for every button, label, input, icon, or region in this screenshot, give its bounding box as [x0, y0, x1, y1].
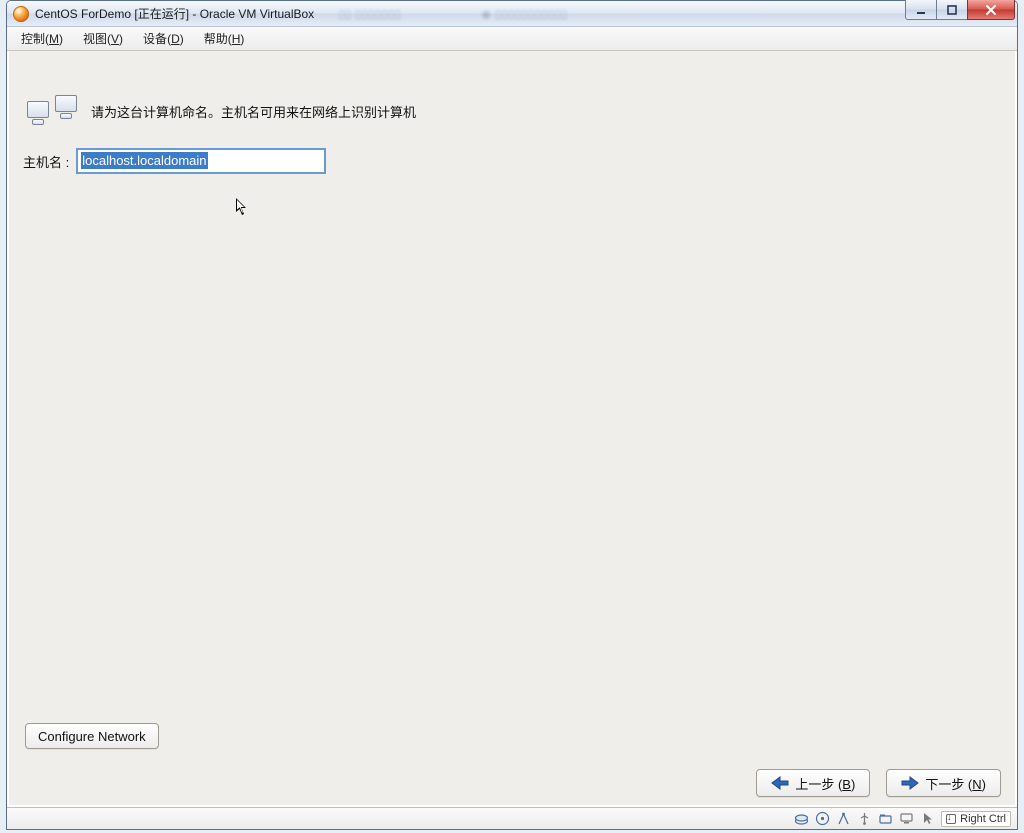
hostname-row: 主机名 : localhost.localdomain [23, 149, 325, 173]
network-computers-icon [27, 95, 79, 127]
menu-help[interactable]: 帮助(H) [194, 28, 255, 49]
menu-view[interactable]: 视图(V) [73, 28, 133, 49]
host-key-label: Right Ctrl [960, 813, 1006, 825]
menu-control[interactable]: 控制(M) [11, 28, 73, 49]
next-button[interactable]: 下一步 (N) [886, 769, 1001, 797]
virtualbox-app-icon [13, 6, 29, 22]
back-button-label: 上一步 (B) [795, 774, 855, 793]
mouse-integration-icon[interactable] [920, 811, 935, 826]
arrow-right-icon [901, 776, 919, 790]
network-icon[interactable] [836, 811, 851, 826]
configure-network-button[interactable]: Configure Network [25, 723, 159, 749]
menubar: 控制(M) 视图(V) 设备(D) 帮助(H) [7, 27, 1017, 51]
display-icon[interactable] [899, 811, 914, 826]
menu-help-label: 帮助 [204, 32, 228, 46]
close-icon [985, 4, 997, 16]
menu-devices-accel: D [171, 32, 180, 46]
host-key-capture-icon [946, 814, 956, 824]
menu-control-label: 控制 [21, 32, 45, 46]
arrow-left-icon [771, 776, 789, 790]
background-windows-blur: ▯▯ ▯▯▯▯▯▯▯◉ ▯▯▯▯▯▯▯▯▯▯▯ [338, 7, 567, 21]
hostname-input[interactable] [77, 149, 325, 173]
menu-view-label: 视图 [83, 32, 107, 46]
nav-bar: 上一步 (B) 下一步 (N) [9, 761, 1015, 805]
maximize-icon [947, 5, 957, 15]
menu-devices[interactable]: 设备(D) [133, 28, 194, 49]
statusbar: Right Ctrl [7, 807, 1017, 829]
window-controls [906, 0, 1015, 21]
optical-disc-icon[interactable] [815, 811, 830, 826]
menu-view-accel: V [111, 32, 119, 46]
installer-screen: 请为这台计算机命名。主机名可用来在网络上识别计算机 主机名 : localhos… [8, 51, 1016, 806]
usb-icon[interactable] [857, 811, 872, 826]
back-button[interactable]: 上一步 (B) [756, 769, 870, 797]
menu-control-accel: M [49, 32, 59, 46]
header-text: 请为这台计算机命名。主机名可用来在网络上识别计算机 [91, 102, 416, 121]
titlebar[interactable]: CentOS ForDemo [正在运行] - Oracle VM Virtua… [7, 1, 1017, 27]
minimize-button[interactable] [905, 0, 937, 20]
close-button[interactable] [967, 0, 1015, 20]
hostname-input-wrap: localhost.localdomain [77, 149, 325, 173]
menu-devices-label: 设备 [143, 32, 167, 46]
header-row: 请为这台计算机命名。主机名可用来在网络上识别计算机 [27, 95, 416, 127]
next-button-label: 下一步 (N) [925, 774, 986, 793]
window-title: CentOS ForDemo [正在运行] - Oracle VM Virtua… [35, 5, 314, 22]
shared-folders-icon[interactable] [878, 811, 893, 826]
hard-disk-icon[interactable] [794, 811, 809, 826]
minimize-icon [916, 5, 926, 15]
mouse-cursor-icon [235, 197, 249, 217]
status-tray [794, 811, 935, 826]
virtualbox-window: CentOS ForDemo [正在运行] - Oracle VM Virtua… [6, 0, 1018, 830]
menu-help-accel: H [232, 32, 241, 46]
host-key-indicator[interactable]: Right Ctrl [941, 811, 1011, 827]
hostname-label: 主机名 : [23, 152, 69, 171]
maximize-button[interactable] [936, 0, 968, 20]
